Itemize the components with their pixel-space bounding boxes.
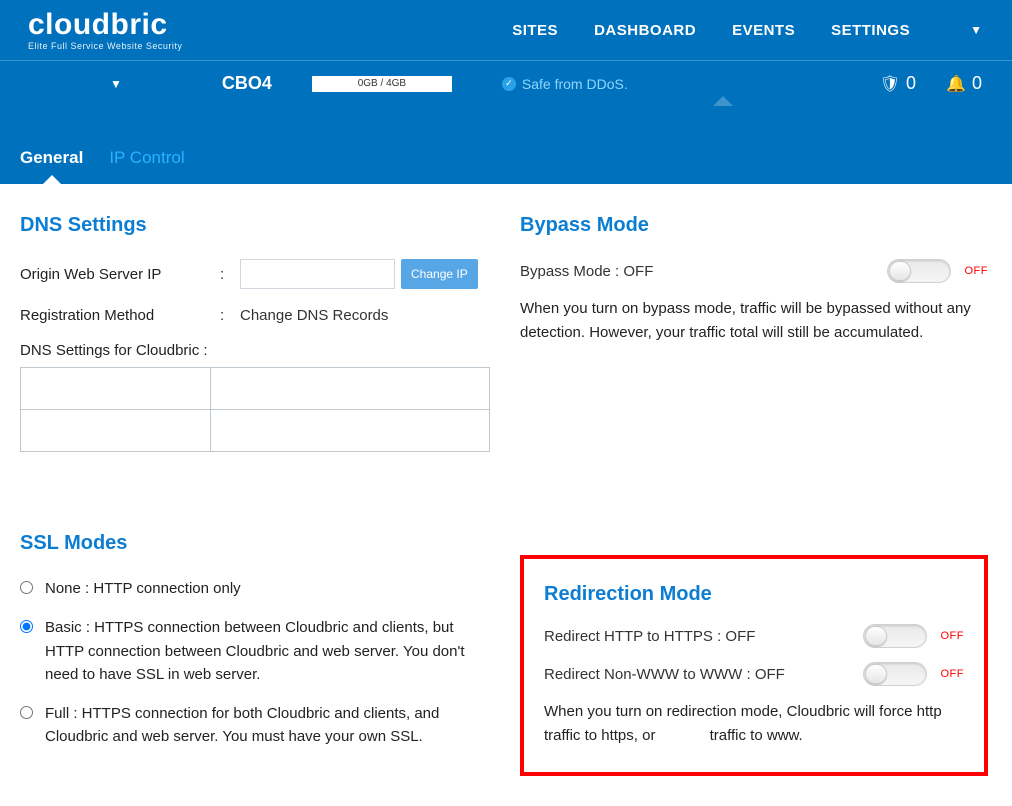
origin-ip-input[interactable] xyxy=(240,259,395,289)
shield-counter[interactable]: 🛡 0 xyxy=(880,73,916,94)
bypass-label: Bypass Mode : OFF xyxy=(520,263,887,280)
tab-general[interactable]: General xyxy=(20,148,83,184)
ssl-section: SSL Modes None : HTTP connection only Ba… xyxy=(20,532,490,749)
ssl-none-label: None : HTTP connection only xyxy=(45,577,490,600)
dns-cell xyxy=(21,368,211,410)
origin-ip-row: Origin Web Server IP : Change IP xyxy=(20,259,490,289)
site-code: CBO4 xyxy=(222,73,272,94)
registration-value: Change DNS Records xyxy=(240,307,388,324)
registration-row: Registration Method : Change DNS Records xyxy=(20,307,490,324)
bypass-heading: Bypass Mode xyxy=(520,214,988,237)
redirect-www-row: Redirect Non-WWW to WWW : OFF OFF xyxy=(544,662,964,686)
bypass-toggle[interactable] xyxy=(887,259,951,283)
ssl-full-row[interactable]: Full : HTTPS connection for both Cloudbr… xyxy=(20,702,490,749)
dns-heading: DNS Settings xyxy=(20,214,490,237)
brand-tagline: Elite Full Service Website Security xyxy=(28,42,182,51)
status-strip: ▼ CBO4 0GB / 4GB ✓ Safe from DDoS. 🛡 0 🔔… xyxy=(0,60,1012,106)
ssl-none-row[interactable]: None : HTTP connection only xyxy=(20,577,490,600)
brand: cloudbric Elite Full Service Website Sec… xyxy=(28,10,182,51)
ddos-status: Safe from DDoS. xyxy=(522,76,628,92)
redirection-box: Redirection Mode Redirect HTTP to HTTPS … xyxy=(520,555,988,776)
origin-ip-label: Origin Web Server IP xyxy=(20,266,220,283)
checkmark-icon: ✓ xyxy=(502,77,516,91)
bell-icon: 🔔 xyxy=(946,74,966,94)
ssl-basic-radio[interactable] xyxy=(20,620,33,633)
subtabs: General IP Control xyxy=(0,106,1012,184)
bypass-toggle-row: Bypass Mode : OFF OFF xyxy=(520,259,988,283)
colon: : xyxy=(220,307,240,324)
colon: : xyxy=(220,266,240,283)
bypass-off-text: OFF xyxy=(965,265,989,277)
ssl-heading: SSL Modes xyxy=(20,532,490,555)
nav-events[interactable]: EVENTS xyxy=(732,22,795,39)
change-ip-button[interactable]: Change IP xyxy=(401,259,478,289)
dns-table xyxy=(20,367,490,452)
redirect-https-row: Redirect HTTP to HTTPS : OFF OFF xyxy=(544,624,964,648)
table-row xyxy=(21,368,490,410)
redirect-www-off-text: OFF xyxy=(941,668,965,680)
nav-dashboard[interactable]: DASHBOARD xyxy=(594,22,696,39)
brand-name: cloudbric xyxy=(28,10,182,40)
redirection-heading: Redirection Mode xyxy=(544,583,964,606)
ssl-full-label: Full : HTTPS connection for both Cloudbr… xyxy=(45,702,490,749)
bell-count: 0 xyxy=(972,73,982,94)
account-dropdown-icon[interactable]: ▼ xyxy=(970,23,982,37)
usage-bar: 0GB / 4GB xyxy=(312,76,452,92)
ssl-basic-label: Basic : HTTPS connection between Cloudbr… xyxy=(45,616,490,686)
table-row xyxy=(21,410,490,452)
right-column: Bypass Mode Bypass Mode : OFF OFF When y… xyxy=(520,214,988,776)
ssl-full-radio[interactable] xyxy=(20,706,33,719)
tab-ip-control[interactable]: IP Control xyxy=(109,148,184,184)
nav-links: SITES DASHBOARD EVENTS SETTINGS xyxy=(512,22,910,39)
content: DNS Settings Origin Web Server IP : Chan… xyxy=(0,184,1012,806)
redirect-https-label: Redirect HTTP to HTTPS : OFF xyxy=(544,628,863,645)
status-icons: 🛡 0 🔔 0 xyxy=(880,73,982,94)
shield-count: 0 xyxy=(906,73,916,94)
redirect-www-toggle[interactable] xyxy=(863,662,927,686)
redirect-https-off-text: OFF xyxy=(941,630,965,642)
ssl-basic-row[interactable]: Basic : HTTPS connection between Cloudbr… xyxy=(20,616,490,686)
redirect-https-toggle[interactable] xyxy=(863,624,927,648)
bypass-desc: When you turn on bypass mode, traffic wi… xyxy=(520,297,988,345)
usage-text: 0GB / 4GB xyxy=(358,78,406,89)
redirect-www-label: Redirect Non-WWW to WWW : OFF xyxy=(544,666,863,683)
left-column: DNS Settings Origin Web Server IP : Chan… xyxy=(20,214,490,776)
settings-hint-arrow-icon xyxy=(713,96,733,106)
dns-cell xyxy=(211,368,490,410)
site-dropdown-icon[interactable]: ▼ xyxy=(110,77,122,91)
topbar: cloudbric Elite Full Service Website Sec… xyxy=(0,0,1012,60)
dns-cell xyxy=(211,410,490,452)
nav-settings[interactable]: SETTINGS xyxy=(831,22,910,39)
nav-sites[interactable]: SITES xyxy=(512,22,558,39)
redirection-desc: When you turn on redirection mode, Cloud… xyxy=(544,700,964,748)
bell-counter[interactable]: 🔔 0 xyxy=(946,73,982,94)
dns-cell xyxy=(21,410,211,452)
dns-list-label: DNS Settings for Cloudbric : xyxy=(20,342,490,359)
ssl-none-radio[interactable] xyxy=(20,581,33,594)
registration-label: Registration Method xyxy=(20,307,220,324)
shield-icon: 🛡 xyxy=(880,74,900,94)
